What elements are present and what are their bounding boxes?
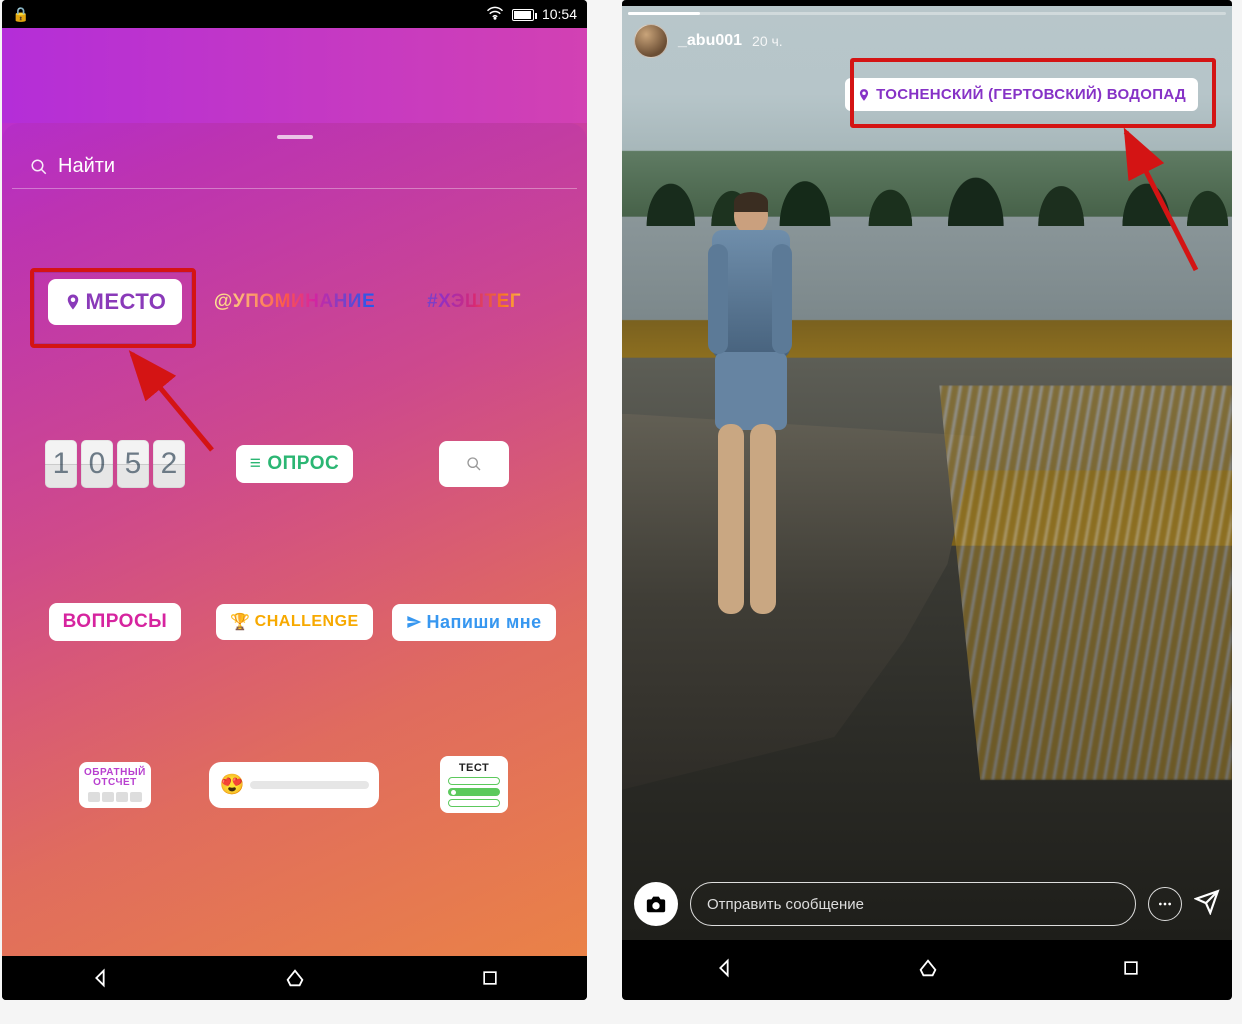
sticker-challenge[interactable]: 🏆 CHALLENGE (216, 604, 372, 640)
story-image-person (712, 196, 790, 619)
countdown-line2: ОТСЧЕТ (93, 778, 137, 788)
quiz-option (448, 777, 500, 785)
clock-digit: 2 (153, 440, 185, 488)
sticker-gif-search[interactable] (439, 441, 509, 487)
sticker-hashtag[interactable]: #ХЭШТЕГ (413, 283, 535, 321)
quiz-option (448, 788, 500, 796)
sticker-location-label: МЕСТО (86, 289, 167, 315)
android-nav-bar (2, 956, 587, 1000)
send-icon (406, 614, 422, 630)
countdown-line1: ОБРАТНЫЙ (84, 768, 146, 778)
search-icon (30, 158, 48, 176)
share-button[interactable] (1194, 889, 1220, 920)
sticker-dm[interactable]: Напиши мне (392, 604, 555, 641)
story-username[interactable]: _abu001 (678, 32, 742, 50)
sticker-poll-label: ОПРОС (267, 453, 339, 475)
phone-story-viewer: _abu001 20 ч. ТОСНЕНСКИЙ (ГЕРТОВСКИЙ) ВО… (622, 0, 1232, 1000)
location-sticker[interactable]: ТОСНЕНСКИЙ (ГЕРТОВСКИЙ) ВОДОПАД (845, 78, 1198, 111)
clock-digit: 5 (117, 440, 149, 488)
status-bar: 🔒 10:54 (2, 0, 587, 28)
location-sticker-label: ТОСНЕНСКИЙ (ГЕРТОВСКИЙ) ВОДОПАД (876, 86, 1186, 103)
sticker-challenge-label: CHALLENGE (255, 613, 359, 631)
lock-icon: 🔒 (12, 6, 29, 23)
sticker-mention-label: @УПОМИНАНИЕ (214, 291, 375, 313)
status-time: 10:54 (542, 6, 577, 22)
clock-digit: 1 (45, 440, 77, 488)
sticker-poll[interactable]: ≡ ОПРОС (236, 445, 353, 483)
sticker-panel[interactable]: Найти МЕСТО @УПОМИНАНИЕ #ХЭШТЕГ 1 0 (2, 123, 587, 956)
story-timestamp: 20 ч. (752, 33, 783, 49)
battery-icon (512, 6, 534, 22)
sticker-screen: Найти МЕСТО @УПОМИНАНИЕ #ХЭШТЕГ 1 0 (2, 28, 587, 956)
story-screen[interactable]: _abu001 20 ч. ТОСНЕНСКИЙ (ГЕРТОВСКИЙ) ВО… (622, 0, 1232, 940)
recent-apps-icon[interactable] (1121, 958, 1141, 978)
more-button[interactable] (1148, 887, 1182, 921)
heart-eyes-emoji-icon: 😍 (219, 772, 244, 797)
sticker-questions[interactable]: ВОПРОСЫ (49, 603, 182, 641)
sticker-countdown[interactable]: ОБРАТНЫЙ ОТСЧЕТ (79, 762, 151, 808)
poll-icon: ≡ (250, 453, 262, 475)
phone-sticker-picker: 🔒 10:54 Найти МЕСТО (2, 0, 587, 1000)
story-image-waterfall (939, 385, 1232, 780)
back-icon[interactable] (713, 957, 735, 979)
trophy-icon: 🏆 (230, 612, 250, 632)
story-header: _abu001 20 ч. (634, 24, 1220, 58)
sticker-location[interactable]: МЕСТО (48, 279, 183, 325)
story-progress (628, 12, 1226, 15)
sticker-quiz-label: ТЕСТ (459, 762, 489, 774)
panel-handle[interactable] (277, 135, 313, 139)
search-icon (466, 456, 482, 472)
sticker-quiz[interactable]: ТЕСТ (440, 756, 508, 813)
reply-placeholder: Отправить сообщение (707, 896, 864, 913)
countdown-boxes (88, 792, 142, 802)
sticker-mention[interactable]: @УПОМИНАНИЕ (200, 283, 389, 321)
sticker-dm-label: Напиши мне (426, 612, 541, 633)
android-nav-bar (622, 940, 1232, 996)
avatar[interactable] (634, 24, 668, 58)
sticker-search[interactable]: Найти (12, 149, 577, 189)
home-icon[interactable] (917, 957, 939, 979)
clock-digit: 0 (81, 440, 113, 488)
search-placeholder: Найти (58, 155, 115, 178)
camera-icon (645, 893, 667, 915)
back-icon[interactable] (89, 967, 111, 989)
home-icon[interactable] (284, 967, 306, 989)
recent-apps-icon[interactable] (480, 968, 500, 988)
more-icon (1157, 896, 1173, 912)
pin-icon (857, 87, 871, 103)
sticker-emoji-slider[interactable]: 😍 (209, 762, 379, 808)
pin-icon (64, 292, 82, 312)
slider-track (250, 781, 369, 789)
sticker-time[interactable]: 1 0 5 2 (45, 440, 185, 488)
sticker-questions-label: ВОПРОСЫ (63, 611, 168, 633)
story-footer: Отправить сообщение (634, 882, 1220, 926)
reply-input[interactable]: Отправить сообщение (690, 882, 1136, 926)
sticker-hashtag-label: #ХЭШТЕГ (427, 291, 521, 313)
quiz-option (448, 799, 500, 807)
send-icon (1194, 889, 1220, 915)
camera-button[interactable] (634, 882, 678, 926)
wifi-icon (486, 6, 504, 23)
